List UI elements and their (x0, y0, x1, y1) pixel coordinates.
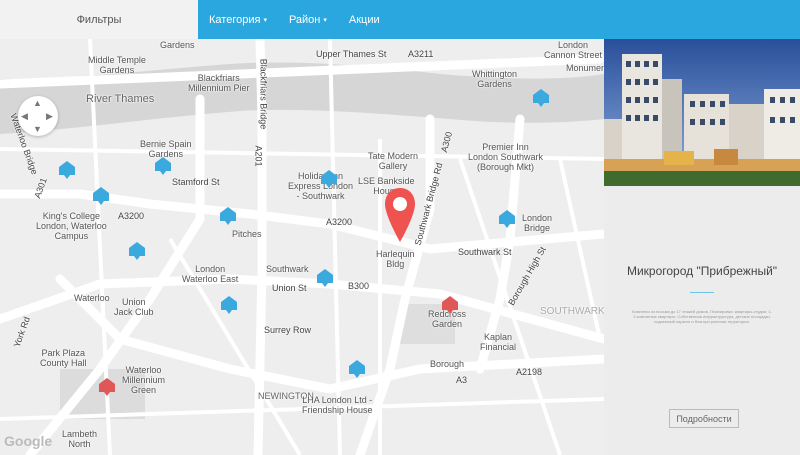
label-a3200-east: A3200 (326, 217, 353, 227)
label-tate-modern: Tate Modern Gallery (368, 151, 419, 171)
house-pin-red-icon[interactable] (441, 295, 459, 315)
label-premier-inn: Premier Inn London Southwark (Borough Mk… (468, 142, 544, 172)
pan-right-icon[interactable]: ▶ (46, 111, 53, 122)
house-pin-icon[interactable] (320, 169, 338, 189)
label-middle-temple: Middle Temple Gardens (88, 55, 146, 75)
house-pin-icon[interactable] (128, 241, 146, 261)
label-park-plaza: Park Plaza County Hall (40, 348, 87, 368)
details-button[interactable]: Подробности (669, 409, 739, 428)
label-a2198: A2198 (516, 367, 543, 377)
nav-promotions-label: Акции (348, 13, 380, 26)
label-stamford-st: Stamford St (172, 177, 220, 187)
label-waterloo: Waterloo (74, 293, 110, 303)
house-pin-icon[interactable] (58, 160, 76, 180)
title-divider (690, 292, 714, 293)
label-a3: A3 (456, 375, 468, 385)
label-kaplan: Kaplan Financial (480, 332, 517, 352)
label-a201: A201 (253, 145, 264, 167)
label-waterloo-millennium: Waterloo Millennium Green (122, 365, 166, 395)
label-river-thames: River Thames (86, 93, 155, 105)
label-waterloo-east: London Waterloo East (182, 264, 239, 284)
google-logo: Google (4, 433, 53, 449)
label-union-st: Union St (272, 283, 307, 293)
property-description: Комплекс из восьми до 17 этажей домов. П… (632, 309, 772, 324)
label-southwark-st: Southwark St (458, 247, 512, 257)
label-a3211: A3211 (408, 49, 434, 59)
house-pin-icon[interactable] (348, 359, 366, 379)
label-southwark-station: Southwark (266, 264, 309, 274)
label-whittington: Whittington Gardens (472, 69, 518, 89)
filters-tab[interactable]: Фильтры (0, 0, 198, 39)
label-gardens: Gardens (160, 40, 195, 50)
filters-label: Фильтры (76, 13, 122, 26)
pan-up-icon[interactable]: ▲ (33, 98, 42, 108)
nav-promotions[interactable]: Акции (338, 14, 391, 26)
label-a3200: A3200 (118, 211, 145, 221)
house-pin-icon[interactable] (532, 88, 550, 108)
label-upper-thames: Upper Thames St (316, 49, 387, 59)
property-panel: Микрогород "Прибрежный" Комплекс из вось… (604, 39, 800, 455)
label-monument: Monument (566, 63, 604, 73)
label-kings-college: King's College London, Waterloo Campus (36, 211, 107, 241)
house-pin-icon[interactable] (316, 268, 334, 288)
label-surrey-row: Surrey Row (264, 325, 312, 335)
label-harlequin: Harlequin Bldg (376, 249, 415, 269)
pan-control[interactable]: ▲ ▼ ◀ ▶ (18, 96, 58, 136)
nav-district-label: Район (288, 13, 321, 26)
chevron-down-icon: ▾ (323, 16, 327, 24)
house-pin-icon[interactable] (498, 209, 516, 229)
house-pin-icon[interactable] (154, 156, 172, 176)
label-southwark-district: SOUTHWARK (540, 306, 604, 317)
label-london-bridge: London Bridge (522, 213, 553, 233)
house-pin-icon[interactable] (220, 295, 238, 315)
chevron-down-icon: ▾ (263, 16, 267, 24)
label-lha: LHA London Ltd - Friendship House (302, 395, 373, 415)
label-blackfriars-bridge: Blackfriars Bridge (258, 58, 269, 130)
label-cannon-street: London Cannon Street (544, 40, 603, 60)
label-union-jack: Union Jack Club (114, 297, 154, 317)
label-blackfriars-pier: Blackfriars Millennium Pier (188, 73, 250, 93)
label-b300: B300 (348, 281, 370, 291)
nav-category-label: Категория (209, 13, 261, 26)
nav-district[interactable]: Район ▾ (278, 14, 338, 26)
nav-category[interactable]: Категория ▾ (198, 14, 278, 26)
location-marker-icon[interactable] (383, 186, 417, 246)
property-photo (604, 39, 800, 186)
house-pin-icon[interactable] (92, 186, 110, 206)
label-pitches: Pitches (232, 229, 262, 239)
house-pin-icon[interactable] (219, 206, 237, 226)
map[interactable]: Gardens Middle Temple Gardens Blackfriar… (0, 39, 604, 455)
label-borough: Borough (430, 359, 465, 369)
property-title: Микрогород "Прибрежный" (626, 264, 778, 278)
house-pin-red-icon[interactable] (98, 377, 116, 397)
pan-down-icon[interactable]: ▼ (33, 124, 42, 134)
main-nav: Категория ▾ Район ▾ Акции (198, 0, 391, 39)
pan-left-icon[interactable]: ◀ (21, 111, 28, 122)
label-lambeth-north: Lambeth North (62, 429, 98, 449)
